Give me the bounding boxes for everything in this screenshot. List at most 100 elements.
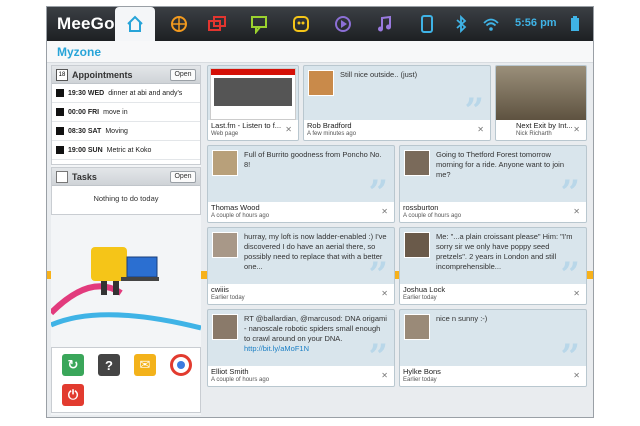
appointment-item[interactable]: 19:00 SUN Metric at Koko xyxy=(52,141,200,160)
card-title: Next Exit by Int... xyxy=(516,121,573,130)
card-footer: rossburton A couple of hours ago ✕ xyxy=(400,202,586,222)
web-thumbnail xyxy=(210,68,296,120)
meego-logo: MeeGo xyxy=(57,14,115,33)
restore-icon[interactable]: ↻ xyxy=(62,354,84,376)
status-card[interactable]: Me: "...a plain croissant please" Him: "… xyxy=(399,227,587,305)
close-icon[interactable]: ✕ xyxy=(285,125,292,134)
card-footer: Hylke Bons Earlier today ✕ xyxy=(400,366,586,386)
card-time: A few minutes ago xyxy=(307,131,357,137)
card-time: Earlier today xyxy=(403,377,437,383)
status-card[interactable]: RT @ballardian, @marcusod: DNA origami -… xyxy=(207,309,395,387)
card-link[interactable]: http://bit.ly/aMoF1N xyxy=(244,344,309,353)
appointments-open-button[interactable]: Open xyxy=(170,69,196,81)
tasks-empty-text: Nothing to do today xyxy=(93,194,159,203)
home-icon[interactable] xyxy=(115,7,155,41)
music-icon[interactable] xyxy=(367,11,403,37)
chrome-icon[interactable] xyxy=(170,354,192,376)
web-card[interactable]: Last.fm - Listen to f... Web page ✕ xyxy=(207,65,299,141)
status-card[interactable]: nice n sunny :-) ” Hylke Bons Earlier to… xyxy=(399,309,587,387)
wifi-icon[interactable] xyxy=(473,11,509,37)
close-icon[interactable]: ✕ xyxy=(573,207,580,216)
card-author: Joshua Lock xyxy=(403,285,446,294)
avatar xyxy=(404,150,430,176)
network-icon[interactable] xyxy=(161,11,197,37)
appointment-time: 00:00 FRI xyxy=(68,108,100,116)
shutdown-icon[interactable]: ⏻ xyxy=(62,384,84,406)
card-footer: Elliot Smith A couple of hours ago ✕ xyxy=(208,366,394,386)
appointment-marker xyxy=(56,146,64,154)
avatar xyxy=(404,232,430,258)
page-title: Myzone xyxy=(57,45,102,59)
media-icon[interactable] xyxy=(325,11,361,37)
status-card[interactable]: hurray, my loft is now ladder-enabled :)… xyxy=(207,227,395,305)
clock: 5:56 pm xyxy=(515,17,557,29)
card-message: hurray, my loft is now ladder-enabled :)… xyxy=(244,232,387,271)
close-icon[interactable]: ✕ xyxy=(381,289,388,298)
tasks-title: Tasks xyxy=(72,171,97,182)
card-author: Thomas Wood xyxy=(211,203,260,212)
photo-card[interactable]: Next Exit by Int... Nick Richarth ✕ xyxy=(495,65,587,141)
card-author: rossburton xyxy=(403,203,439,212)
appointment-time: 08:30 SAT xyxy=(68,127,102,135)
appointment-text: Moving xyxy=(105,127,128,135)
close-icon[interactable]: ✕ xyxy=(477,125,484,134)
appointments-panel: 18 Appointments Open 19:30 WED dinner at … xyxy=(51,65,201,165)
mail-icon[interactable]: ✉ xyxy=(134,354,156,376)
people-icon[interactable] xyxy=(283,11,319,37)
appointment-time: 19:30 WED xyxy=(68,89,105,97)
card-message: Full of Burrito goodness from Poncho No.… xyxy=(244,150,382,169)
appointment-marker xyxy=(56,127,64,135)
card-message: Still nice outside.. (just) xyxy=(340,70,418,79)
card-meta: Web page xyxy=(211,131,239,137)
card-message: nice n sunny :-) xyxy=(436,314,488,323)
card-time: A couple of hours ago xyxy=(211,377,270,383)
appointment-marker xyxy=(56,108,64,116)
card-time: Earlier today xyxy=(211,295,245,301)
title-strip: Myzone xyxy=(47,41,593,63)
card-message: Going to Thetford Forest tomorrow mornin… xyxy=(436,150,564,179)
meego-screen: MeeGo 5:56 pm Myzone 18 Appointments Ope… xyxy=(46,6,594,418)
tasks-open-button[interactable]: Open xyxy=(170,171,196,183)
chat-icon[interactable] xyxy=(241,11,277,37)
battery-icon[interactable] xyxy=(557,11,593,37)
card-message: Me: "...a plain croissant please" Him: "… xyxy=(436,232,573,271)
avatar xyxy=(308,70,334,96)
close-icon[interactable]: ✕ xyxy=(573,289,580,298)
close-icon[interactable]: ✕ xyxy=(381,207,388,216)
device-icon[interactable] xyxy=(409,11,445,37)
appointment-time: 19:00 SUN xyxy=(68,146,103,154)
mascot-illustration xyxy=(51,247,201,331)
multitask-icon[interactable] xyxy=(199,11,235,37)
card-author: Elliot Smith xyxy=(211,367,249,376)
card-footer: Next Exit by Int... Nick Richarth ✕ xyxy=(496,120,586,140)
help-icon[interactable]: ? xyxy=(98,354,120,376)
status-card[interactable]: Still nice outside.. (just) ” Rob Bradfo… xyxy=(303,65,491,141)
card-author: Hylke Bons xyxy=(403,367,441,376)
close-icon[interactable]: ✕ xyxy=(573,371,580,380)
card-time: A couple of hours ago xyxy=(211,213,270,219)
close-icon[interactable]: ✕ xyxy=(573,125,580,134)
card-footer: Last.fm - Listen to f... Web page ✕ xyxy=(208,120,298,140)
card-footer: Rob Bradford A few minutes ago ✕ xyxy=(304,120,490,140)
card-time: Earlier today xyxy=(403,295,437,301)
card-footer: Joshua Lock Earlier today ✕ xyxy=(400,284,586,304)
tasks-header: Tasks Open xyxy=(52,168,200,186)
top-bar: MeeGo 5:56 pm xyxy=(47,7,593,41)
status-card[interactable]: Full of Burrito goodness from Poncho No.… xyxy=(207,145,395,223)
appointment-text: Metric at Koko xyxy=(106,146,152,154)
close-icon[interactable]: ✕ xyxy=(381,371,388,380)
appointments-header: 18 Appointments Open xyxy=(52,66,200,84)
avatar xyxy=(212,150,238,176)
status-card[interactable]: Going to Thetford Forest tomorrow mornin… xyxy=(399,145,587,223)
avatar xyxy=(212,314,238,340)
myzone-grid: Last.fm - Listen to f... Web page ✕ Stil… xyxy=(207,65,591,415)
left-column: 18 Appointments Open 19:30 WED dinner at … xyxy=(51,65,201,415)
appointment-item[interactable]: 19:30 WED dinner at abi and andy's xyxy=(52,84,200,103)
card-message-text: RT @ballardian, @marcusod: DNA origami -… xyxy=(244,314,387,343)
card-time: A couple of hours ago xyxy=(403,213,462,219)
appointment-item[interactable]: 00:00 FRI move in xyxy=(52,103,200,122)
card-message: RT @ballardian, @marcusod: DNA origami -… xyxy=(244,314,388,354)
appointment-text: move in xyxy=(103,108,128,116)
appointment-item[interactable]: 08:30 SAT Moving xyxy=(52,122,200,141)
card-author: Rob Bradford xyxy=(307,121,352,130)
